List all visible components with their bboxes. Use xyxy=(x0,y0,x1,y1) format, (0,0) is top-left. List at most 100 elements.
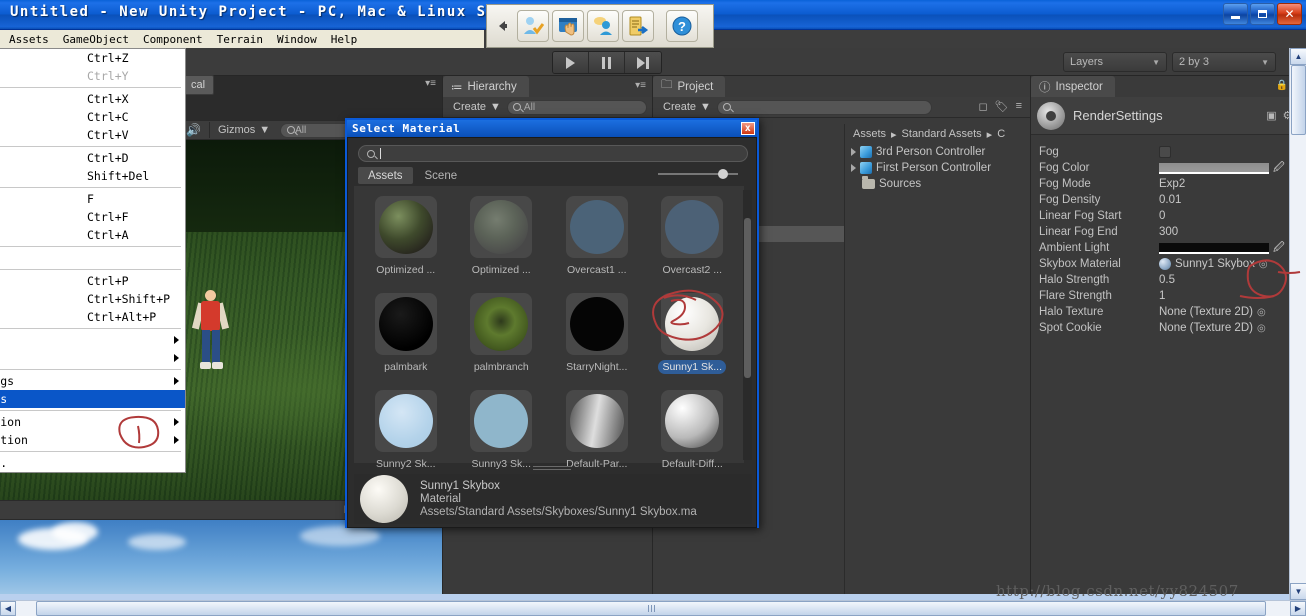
audio-icon[interactable]: 🔊 xyxy=(186,123,201,137)
project-item-row[interactable]: Sources xyxy=(845,176,1031,192)
menu-assets[interactable]: Assets xyxy=(2,33,56,46)
spot-cookie-value[interactable]: None (Texture 2D) xyxy=(1159,322,1253,334)
menu-item-render-settings[interactable]: er Settings xyxy=(0,390,185,408)
menu-item-project-settings[interactable]: ect Settings xyxy=(0,372,185,390)
menu-item[interactable]: InspectorCtrl+Z xyxy=(0,49,185,67)
tab-scene[interactable]: Scene xyxy=(415,167,468,184)
tab-assets[interactable]: Assets xyxy=(358,167,413,184)
slider-knob[interactable] xyxy=(718,169,728,179)
menu-window[interactable]: Window xyxy=(270,33,324,46)
eyedropper-icon[interactable]: 🖉 xyxy=(1273,159,1285,178)
thumbnail-size-slider[interactable] xyxy=(658,169,738,179)
flare-strength-value[interactable]: 1 xyxy=(1159,290,1165,302)
menu-gameobject[interactable]: GameObject xyxy=(56,33,136,46)
layout-dropdown[interactable]: 2 by 3 ▼ xyxy=(1172,52,1276,72)
fog-density-value[interactable]: 0.01 xyxy=(1159,194,1181,206)
expand-arrow-icon[interactable] xyxy=(851,148,856,156)
chat-user-icon[interactable] xyxy=(587,10,619,42)
breadcrumb-standard-assets[interactable]: Standard Assets xyxy=(902,128,982,140)
material-item[interactable]: Sunny2 Sk... xyxy=(358,386,454,483)
filter-label-icon[interactable]: 🏷 xyxy=(995,100,1009,113)
halo-texture-value[interactable]: None (Texture 2D) xyxy=(1159,306,1253,318)
back-arrow-icon[interactable] xyxy=(492,10,514,42)
help-icon[interactable]: ▣ xyxy=(1266,109,1276,122)
help-icon[interactable]: ? xyxy=(666,10,698,42)
menu-item[interactable]: teShift+Del xyxy=(0,167,185,185)
object-picker-icon[interactable]: ◎ xyxy=(1257,323,1266,334)
menu-item[interactable]: erences... xyxy=(0,249,185,267)
scroll-right-button[interactable]: ▶ xyxy=(1290,601,1306,616)
expand-arrow-icon[interactable] xyxy=(851,164,856,172)
menu-item-graphics-emulation[interactable]: hics Emulation xyxy=(0,431,185,449)
halo-strength-value[interactable]: 0.5 xyxy=(1159,274,1175,286)
tab-hierarchy[interactable]: ≔ Hierarchy xyxy=(443,76,529,97)
menu-item[interactable]: eCtrl+Shift+P xyxy=(0,290,185,308)
menu-item[interactable]: Ctrl+Alt+P xyxy=(0,308,185,326)
play-button[interactable] xyxy=(553,52,589,73)
menu-item[interactable]: icateCtrl+D xyxy=(0,149,185,167)
menu-item[interactable]: Ctrl+C xyxy=(0,108,185,126)
material-grid-scrollbar[interactable] xyxy=(743,190,752,460)
material-item[interactable]: Overcast2 ... xyxy=(645,192,741,289)
ambient-light-swatch[interactable] xyxy=(1159,242,1269,254)
breadcrumb-current[interactable]: C xyxy=(997,128,1005,140)
material-search-input[interactable] xyxy=(358,145,748,162)
restore-button[interactable] xyxy=(1250,3,1275,25)
object-picker-icon[interactable]: ◎ xyxy=(1257,307,1266,318)
step-button[interactable] xyxy=(625,52,661,73)
project-search-input[interactable] xyxy=(716,99,932,115)
scrollbar-thumb[interactable] xyxy=(744,218,751,378)
hierarchy-search-input[interactable]: All xyxy=(506,99,647,115)
linear-fog-end-value[interactable]: 300 xyxy=(1159,226,1178,238)
tab-project[interactable]: 🗀 Project xyxy=(653,76,726,97)
vertical-scroll-thumb[interactable] xyxy=(1291,65,1306,135)
scroll-up-button[interactable]: ▲ xyxy=(1290,48,1306,65)
horizontal-scrollbar[interactable]: ◀ ▶ xyxy=(0,600,1306,616)
menu-component[interactable]: Component xyxy=(136,33,210,46)
menu-help[interactable]: Help xyxy=(324,33,365,46)
scroll-left-button[interactable]: ◀ xyxy=(0,601,16,616)
fog-color-swatch[interactable] xyxy=(1159,162,1269,174)
fog-mode-value[interactable]: Exp2 xyxy=(1159,178,1185,190)
window-hand-icon[interactable] xyxy=(552,10,584,42)
fog-checkbox[interactable] xyxy=(1159,146,1171,158)
skybox-material-value[interactable]: Sunny1 Skybox xyxy=(1175,258,1255,270)
menu-item[interactable]: ct AllCtrl+A xyxy=(0,226,185,244)
vertical-scrollbar[interactable]: ▲ ▼ xyxy=(1289,48,1306,600)
hierarchy-create-dropdown[interactable]: Create ▼ xyxy=(447,101,507,113)
vertical-scroll-track[interactable] xyxy=(1290,65,1306,583)
material-item[interactable]: Optimized ... xyxy=(454,192,550,289)
pivot-local-toggle[interactable]: cal xyxy=(182,75,215,95)
menu-item-network-emulation[interactable]: ork Emulation xyxy=(0,413,185,431)
material-item[interactable]: Overcast1 ... xyxy=(549,192,645,289)
material-item[interactable]: palmbark xyxy=(358,289,454,386)
project-create-dropdown[interactable]: Create ▼ xyxy=(657,101,717,113)
pause-button[interactable] xyxy=(589,52,625,73)
eyedropper-icon[interactable]: 🖉 xyxy=(1273,239,1285,258)
panel-menu-icon[interactable]: ▾≡ xyxy=(635,80,646,91)
menu-item-selection[interactable]: Selection xyxy=(0,331,185,349)
panel-menu-icon[interactable]: ▾≡ xyxy=(425,78,436,89)
linear-fog-start-value[interactable]: 0 xyxy=(1159,210,1165,222)
material-item[interactable]: Default-Diff... xyxy=(645,386,741,483)
menu-item[interactable]: Ctrl+X xyxy=(0,90,185,108)
menu-terrain[interactable]: Terrain xyxy=(210,33,270,46)
material-item[interactable]: StarryNight... xyxy=(549,289,645,386)
filter-all-icon[interactable]: ◻ xyxy=(978,100,987,113)
scroll-down-button[interactable]: ▼ xyxy=(1290,583,1306,600)
project-item-row[interactable]: 3rd Person Controller xyxy=(845,144,1031,160)
tab-inspector[interactable]: ⓘ Inspector xyxy=(1031,76,1115,97)
layers-dropdown[interactable]: Layers ▼ xyxy=(1063,52,1167,72)
material-item[interactable]: Optimized ... xyxy=(358,192,454,289)
dialog-close-button[interactable]: x xyxy=(741,122,755,135)
close-button[interactable]: ✕ xyxy=(1277,3,1302,25)
user-check-icon[interactable] xyxy=(517,10,549,42)
object-picker-icon[interactable]: ◎ xyxy=(1259,259,1268,270)
project-item-row[interactable]: First Person Controller xyxy=(845,160,1031,176)
menu-item[interactable]: e SelectedF xyxy=(0,190,185,208)
material-item-sunny1[interactable]: Sunny1 Sk... xyxy=(645,289,741,386)
menu-item[interactable]: Ctrl+P xyxy=(0,272,185,290)
breadcrumb-assets[interactable]: Assets xyxy=(853,128,886,140)
menu-item-selection[interactable]: Selection xyxy=(0,349,185,367)
gizmos-dropdown[interactable]: Gizmos ▼ xyxy=(218,124,270,136)
